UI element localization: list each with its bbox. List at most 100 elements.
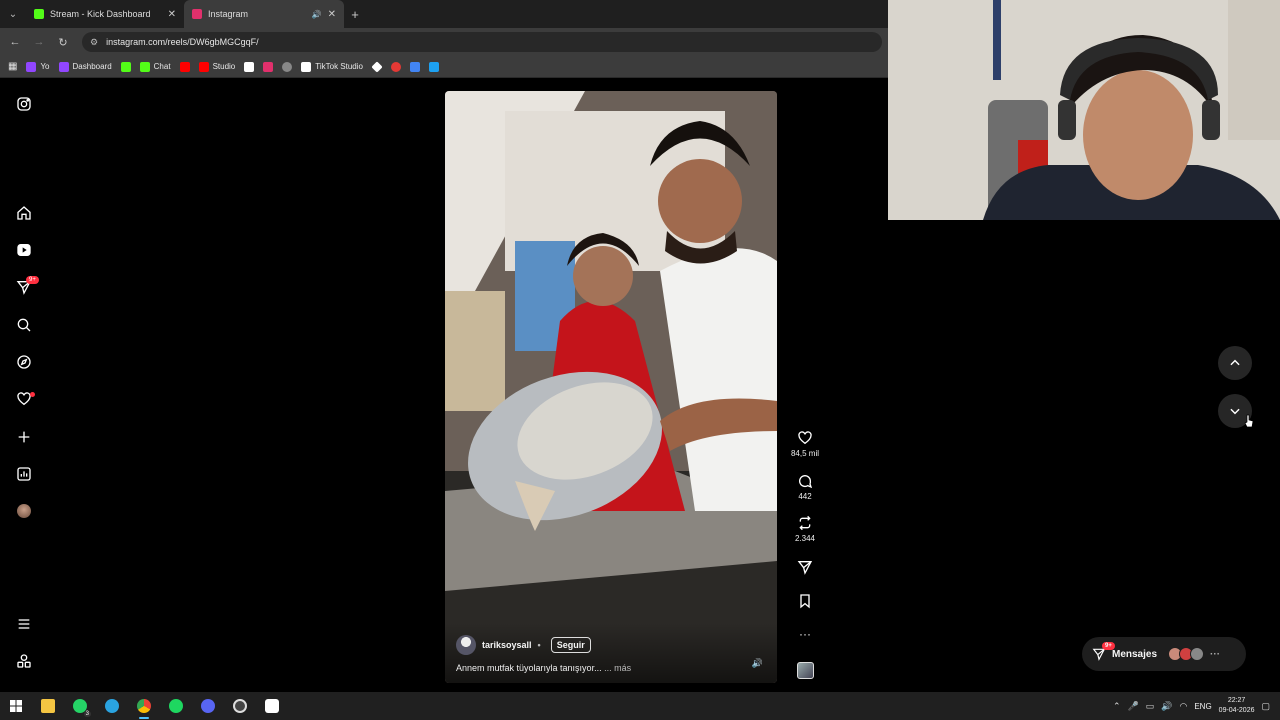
menu-icon[interactable] [14,614,34,634]
whatsapp-icon[interactable]: 3 [64,692,96,720]
clock-time: 22:27 [1227,697,1246,704]
webcam-overlay [888,0,1280,220]
tab-label: Instagram [208,9,249,19]
tab-instagram[interactable]: Instagram 🔊 ✕ [184,0,344,28]
reel-video[interactable]: tariksoysall • Seguir Annem mutfak tüyol… [445,91,777,683]
repost-action[interactable]: 2.344 [785,515,825,543]
comment-icon [799,475,813,489]
messages-label: Mensajes [1112,648,1158,660]
more-options-icon[interactable]: ··· [785,627,825,641]
heart-icon [798,431,812,445]
new-tab-button[interactable]: + [344,7,366,22]
messages-badge: 9+ [1102,642,1115,650]
more-link[interactable]: ... más [604,663,631,673]
instagram-sidebar: 9+ [0,79,48,692]
discord-icon[interactable] [192,692,224,720]
bookmark-yo[interactable]: Yo [26,61,50,72]
home-icon[interactable] [14,203,34,223]
meta-apps-icon[interactable] [14,651,34,671]
bookmark-diamond[interactable] [371,60,383,73]
wifi-icon[interactable]: ◠ [1179,701,1187,712]
search-icon[interactable] [14,315,34,335]
save-action[interactable] [785,593,825,612]
kick-favicon-icon [34,9,44,19]
instagram-logo-icon[interactable] [14,94,34,114]
reload-button[interactable]: ↻ [54,33,72,51]
apps-grid-icon[interactable]: ▦ [8,61,17,72]
address-bar[interactable]: ⚙ instagram.com/reels/DW6gbMGCgqF/ [82,32,882,52]
hand-cursor-icon [1244,414,1254,428]
obs-icon[interactable] [224,692,256,720]
reels-icon[interactable] [14,240,34,260]
bookmark-icon [800,594,810,609]
author-username[interactable]: tariksoysall [482,640,532,650]
bookmark-x[interactable] [244,61,255,72]
comments-count: 442 [798,492,812,501]
kick-icon [120,61,131,72]
profile-avatar[interactable] [17,504,31,518]
share-action[interactable] [785,559,825,578]
bookmark-studio[interactable]: Studio [198,61,235,72]
back-button[interactable]: ← [6,33,24,51]
bookmark-dashboard[interactable]: Dashboard [58,61,112,72]
kick-icon [139,61,150,72]
close-tab-icon[interactable]: ✕ [168,9,176,20]
microphone-icon[interactable]: 🎤 [1128,701,1139,712]
clock[interactable]: 22:27 09-04-2026 [1219,696,1255,716]
webcam-feed [888,0,1280,220]
chevron-up-icon[interactable]: ⌃ [1113,701,1121,712]
ellipsis-icon: ··· [1210,648,1221,660]
messages-button[interactable]: 9+ Mensajes ··· [1082,637,1246,671]
chrome-icon[interactable] [128,692,160,720]
forward-button[interactable]: → [30,33,48,51]
bookmark-tiktok-studio[interactable]: TikTok Studio [301,61,363,72]
telegram-icon[interactable] [96,692,128,720]
avatar [1190,647,1205,661]
globe-icon [282,61,293,72]
network-icon[interactable]: ▭ [1146,701,1155,712]
tab-kick-dashboard[interactable]: Stream - Kick Dashboard ✕ [26,0,184,28]
bookmark-globe[interactable] [282,61,293,72]
circle-icon [390,61,401,72]
bookmark-youtube[interactable] [179,61,190,72]
audio-playing-icon[interactable]: 🔊 [312,10,322,19]
bookmark-kick[interactable] [120,61,131,72]
follow-button[interactable]: Seguir [550,637,591,653]
bookmark-chat[interactable]: Chat [139,61,171,72]
author-avatar[interactable] [456,635,476,655]
bookmark-instagram[interactable] [263,61,274,72]
volume-icon[interactable]: 🔊 [1161,701,1172,712]
reposts-count: 2.344 [794,534,816,543]
twitch-icon [58,61,69,72]
language-indicator[interactable]: ENG [1194,702,1211,711]
close-tab-icon[interactable]: ✕ [328,9,336,20]
tiktok-icon [301,61,312,72]
chevron-down-icon [1230,408,1240,415]
caption-text: Annem mutfak tüyolarıyla tanışıyor... [456,663,605,673]
bookmark-blue[interactable] [428,61,439,72]
reel-video-frame [445,91,777,683]
share-icon [797,561,813,575]
create-icon[interactable] [14,427,34,447]
spotify-icon[interactable] [160,692,192,720]
reel-caption[interactable]: Annem mutfak tüyolarıyla tanışıyor... ..… [456,663,631,673]
mute-toggle-icon[interactable]: 🔊 [752,658,763,669]
bookmark-red[interactable] [390,61,401,72]
comment-action[interactable]: 442 [785,473,825,501]
site-info-icon[interactable]: ⚙ [90,37,98,48]
explore-icon[interactable] [14,352,34,372]
like-action[interactable]: 84,5 mil [785,430,825,458]
chevron-up-icon [1230,359,1240,366]
audio-thumbnail[interactable] [797,662,814,679]
notifications-icon[interactable]: ▢ [1261,701,1270,712]
dashboard-icon[interactable] [14,464,34,484]
spark-icon [409,61,420,72]
bookmark-spark[interactable] [409,61,420,72]
previous-reel-button[interactable] [1218,346,1252,380]
capcut-icon[interactable] [256,692,288,720]
windows-start-icon[interactable] [0,692,32,720]
repost-icon [799,515,811,531]
file-explorer-icon[interactable] [32,692,64,720]
tab-search-icon[interactable]: ⌄ [0,0,26,28]
system-tray: ⌃ 🎤 ▭ 🔊 ◠ ENG 22:27 09-04-2026 ▢ [1113,692,1280,720]
